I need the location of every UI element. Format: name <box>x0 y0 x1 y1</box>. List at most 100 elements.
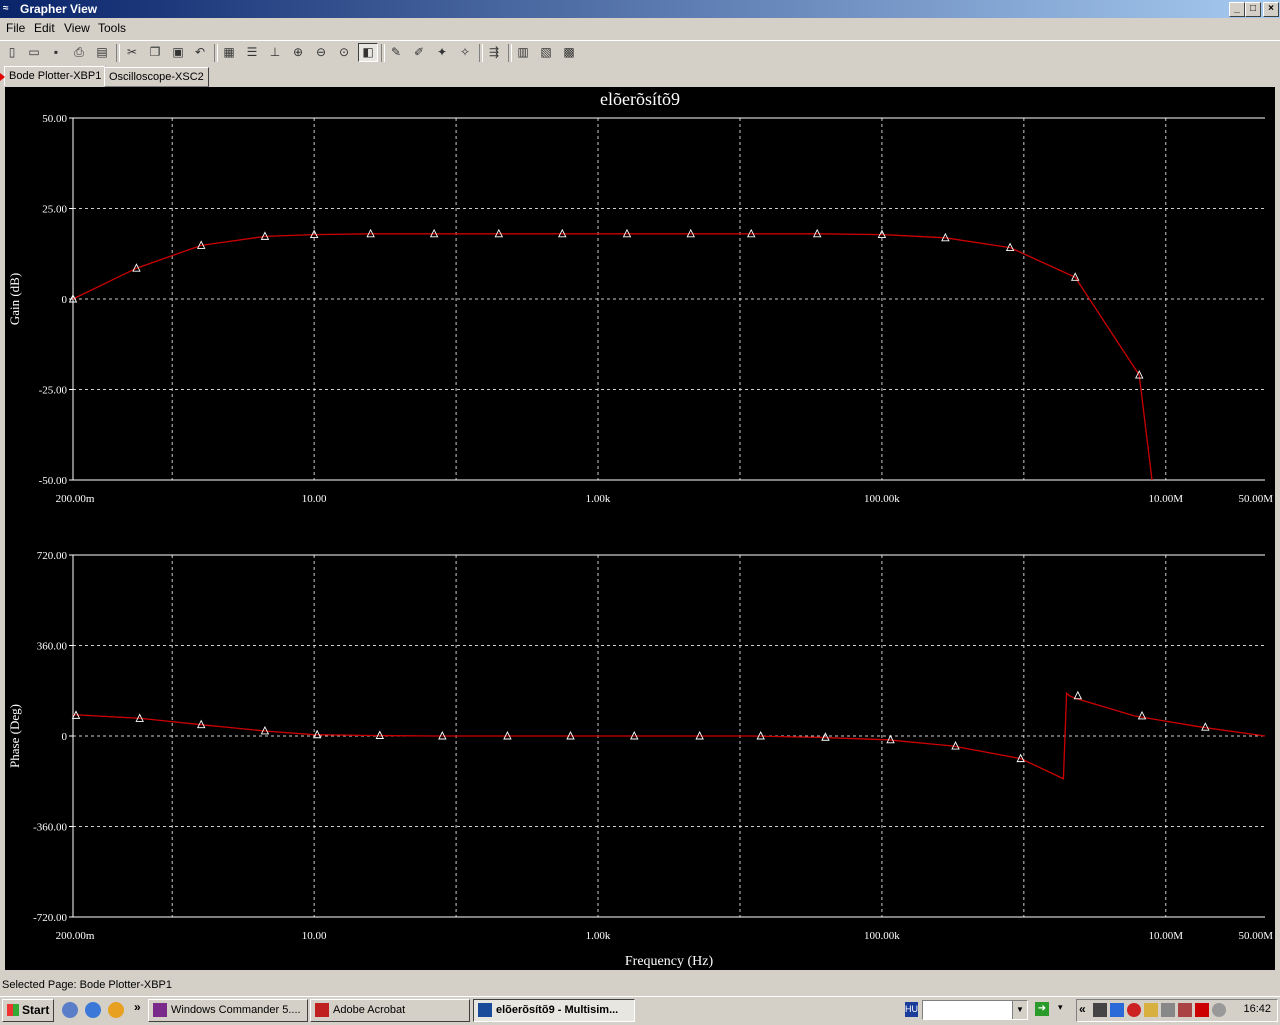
restore-button[interactable]: □ <box>1245 2 1261 17</box>
undo-icon[interactable]: ↶ <box>190 43 210 62</box>
title-bar: ≈ Grapher View _ □ × <box>0 0 1280 18</box>
plot-title: elõerõsítõ9 <box>600 89 680 109</box>
gain-y-tick-label: 50.00 <box>42 113 67 125</box>
active-tab-marker-icon <box>0 73 5 81</box>
show-desktop-icon[interactable] <box>62 1002 78 1018</box>
phase-x-tick-label: 1.00k <box>586 930 611 942</box>
camera-icon[interactable] <box>1093 1003 1107 1017</box>
start-label: Start <box>22 1003 50 1017</box>
speaker-icon[interactable] <box>1212 1003 1226 1017</box>
toolbar-separator <box>116 44 120 62</box>
antivirus-icon[interactable] <box>1127 1003 1141 1017</box>
export-icon[interactable]: ⇶ <box>484 43 504 62</box>
menu-tools[interactable]: Tools <box>98 21 126 35</box>
phase-trace <box>72 691 1266 780</box>
media-player-icon[interactable] <box>108 1002 124 1018</box>
window-title: Grapher View <box>20 2 98 16</box>
gain-y-axis-label: Gain (dB) <box>7 273 22 325</box>
properties-icon[interactable]: ✎ <box>386 43 406 62</box>
multisim-icon <box>478 1003 492 1017</box>
zoom-in-icon[interactable]: ⊕ <box>288 43 308 62</box>
graph-area[interactable]: elõerõsítõ9 50.00 25.00 0 -25.00 -50.00 200.00… <box>5 87 1275 970</box>
legend-icon[interactable]: ☰ <box>242 43 262 62</box>
open-icon[interactable]: ▭ <box>24 43 44 62</box>
toolbar-options-icon[interactable]: ▾ <box>1058 1002 1063 1013</box>
phase-y-tick-label: 0 <box>62 731 68 743</box>
cut-icon[interactable]: ✂ <box>122 43 142 62</box>
gain-x-tick-label: 1.00k <box>586 493 611 505</box>
taskbar: Start » Windows Commander 5.... Adobe Ac… <box>0 996 1280 1025</box>
phase-y-tick-label: -720.00 <box>33 912 67 924</box>
printer-icon[interactable] <box>1144 1003 1158 1017</box>
close-button[interactable]: × <box>1263 2 1279 17</box>
phase-data-marker <box>821 732 830 741</box>
acrobat-tray-icon[interactable] <box>1195 1003 1209 1017</box>
address-input[interactable]: ▼ <box>922 1000 1028 1020</box>
phase-y-tick-label: 360.00 <box>37 641 68 653</box>
phase-x-tick-label: 200.00m <box>56 930 95 942</box>
page-tabs: Bode Plotter-XBP1 Oscilloscope-XSC2 <box>0 66 1280 87</box>
reverse-colors-icon[interactable]: ◧ <box>358 43 378 62</box>
phase-x-tick-label: 50.00M <box>1238 930 1273 942</box>
overlay-icon[interactable]: ✦ <box>432 43 452 62</box>
tab-label: Bode Plotter-XBP1 <box>9 70 102 82</box>
phase-x-tick-label: 10.00 <box>302 930 327 942</box>
cursor-icon[interactable]: ⊥ <box>265 43 285 62</box>
phase-y-tick-label: -360.00 <box>33 822 67 834</box>
toolbar: ▯ ▭ ▪ ⎙ ▤ ✂ ❐ ▣ ↶ ▦ ☰ ⊥ ⊕ ⊖ ⊙ ◧ ✎ ✐ ✦ ✧ … <box>0 40 1280 65</box>
task-adobe-acrobat[interactable]: Adobe Acrobat <box>310 999 470 1022</box>
menu-view[interactable]: View <box>64 21 90 35</box>
task-multisim[interactable]: elõerõsítõ9 - Multisim... <box>473 999 635 1022</box>
status-text: Selected Page: Bode Plotter-XBP1 <box>2 979 172 991</box>
paste-icon[interactable]: ▣ <box>168 43 188 62</box>
app-icon: ≈ <box>3 3 9 14</box>
task-label: elõerõsítõ9 - Multisim... <box>496 1004 619 1016</box>
menu-bar: File Edit View Tools <box>0 18 1280 38</box>
gain-y-tick-label: -25.00 <box>39 385 68 397</box>
monitor-icon[interactable] <box>1178 1003 1192 1017</box>
print-preview-icon[interactable]: ▤ <box>92 43 112 62</box>
dropdown-arrow-icon[interactable]: ▼ <box>1012 1001 1027 1019</box>
start-button[interactable]: Start <box>2 999 54 1022</box>
go-icon[interactable]: ➜ <box>1035 1002 1049 1016</box>
tab-oscilloscope[interactable]: Oscilloscope-XSC2 <box>104 67 209 87</box>
gain-x-tick-label: 10.00M <box>1149 493 1184 505</box>
zoom-fit-icon[interactable]: ⊙ <box>334 43 354 62</box>
toolbar-separator <box>479 44 483 62</box>
quicklaunch-overflow-icon[interactable]: » <box>134 1000 141 1014</box>
copy-icon[interactable]: ❐ <box>145 43 165 62</box>
gain-x-tick-label: 200.00m <box>56 493 95 505</box>
menu-file[interactable]: File <box>6 21 25 35</box>
network-icon[interactable] <box>1110 1003 1124 1017</box>
export-lvm-icon[interactable]: ▩ <box>559 43 579 62</box>
internet-explorer-icon[interactable] <box>85 1002 101 1018</box>
grid-icon[interactable]: ▦ <box>219 43 239 62</box>
tab-bode-plotter[interactable]: Bode Plotter-XBP1 <box>0 66 107 86</box>
toolbar-separator <box>214 44 218 62</box>
gain-y-tick-label: 25.00 <box>42 204 67 216</box>
export-excel-icon[interactable]: ▥ <box>513 43 533 62</box>
print-icon[interactable]: ⎙ <box>69 43 89 62</box>
new-icon[interactable]: ▯ <box>2 43 22 62</box>
tab-label: Oscilloscope-XSC2 <box>109 71 204 83</box>
zoom-out-icon[interactable]: ⊖ <box>311 43 331 62</box>
toolbar-separator <box>508 44 512 62</box>
phase-x-axis-label: Frequency (Hz) <box>625 954 714 969</box>
acrobat-icon <box>315 1003 329 1017</box>
language-indicator[interactable]: HU <box>905 1002 918 1017</box>
phase-y-axis-label: Phase (Deg) <box>7 704 22 768</box>
save-icon[interactable]: ▪ <box>46 43 66 62</box>
bode-plot[interactable]: elõerõsítõ9 50.00 25.00 0 -25.00 -50.00 200.00… <box>5 87 1275 970</box>
tray-expand-icon[interactable]: « <box>1079 1002 1086 1016</box>
task-label: Windows Commander 5.... <box>171 1004 301 1016</box>
export-mathcad-icon[interactable]: ▧ <box>536 43 556 62</box>
bluetooth-icon[interactable] <box>1161 1003 1175 1017</box>
edit-icon[interactable]: ✐ <box>409 43 429 62</box>
task-windows-commander[interactable]: Windows Commander 5.... <box>148 999 308 1022</box>
phase-y-tick-label: 720.00 <box>37 550 68 562</box>
windows-logo-icon <box>7 1004 19 1016</box>
minimize-button[interactable]: _ <box>1229 2 1245 17</box>
menu-edit[interactable]: Edit <box>34 21 55 35</box>
merge-icon[interactable]: ✧ <box>455 43 475 62</box>
task-label: Adobe Acrobat <box>333 1004 406 1016</box>
